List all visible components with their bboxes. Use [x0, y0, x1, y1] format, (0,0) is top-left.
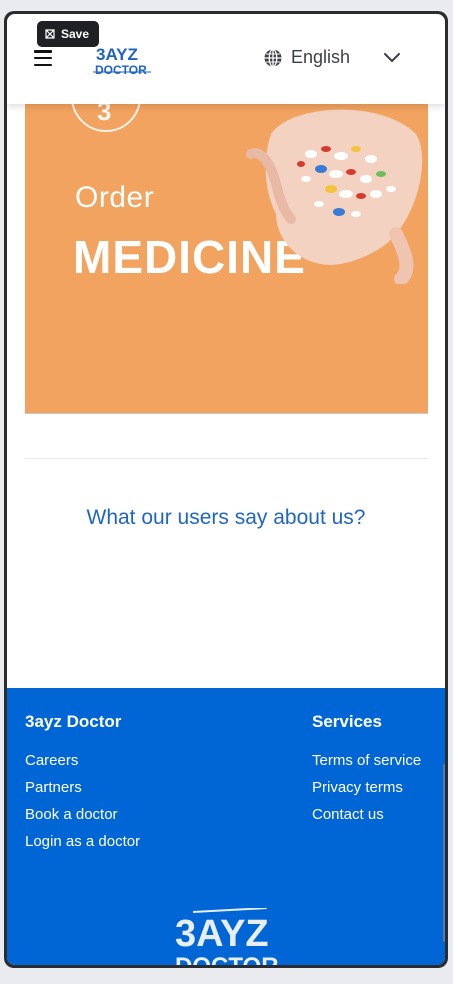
footer-link-book-doctor[interactable]: Book a doctor [25, 806, 140, 833]
footer-logo: 3AYZ DOCTOR [175, 908, 279, 965]
footer-link-privacy[interactable]: Privacy terms [312, 779, 421, 806]
footer-col1-title: 3ayz Doctor [25, 712, 122, 731]
hamburger-menu-icon[interactable] [34, 50, 52, 66]
footer-link-partners[interactable]: Partners [25, 779, 140, 806]
footer-link-login-doctor[interactable]: Login as a doctor [25, 833, 140, 860]
footer: 3ayz Doctor Careers Partners Book a doct… [7, 688, 445, 965]
footer-col2-title: Services [312, 712, 382, 731]
footer-col2-links: Terms of service Privacy terms Contact u… [312, 752, 421, 833]
logo-line1: 3AYZ [96, 45, 138, 64]
logo-line2: DOCTOR [95, 63, 147, 77]
scrollbar[interactable] [443, 764, 445, 942]
language-label: English [291, 47, 351, 67]
language-selector[interactable]: English [263, 47, 350, 68]
save-label: Save [61, 27, 90, 41]
footer-col1-links: Careers Partners Book a doctor Login as … [25, 752, 140, 860]
hands-with-pills-image [246, 109, 423, 284]
top-header: Save 3AYZ DOCTOR English [7, 14, 445, 104]
logo[interactable]: 3AYZ DOCTOR [93, 44, 153, 78]
chevron-down-icon[interactable] [383, 52, 401, 64]
app-screen: Save 3AYZ DOCTOR English 3 Order MEDICIN… [7, 14, 445, 965]
device-frame: Save 3AYZ DOCTOR English 3 Order MEDICIN… [4, 11, 448, 968]
section-divider [25, 458, 428, 459]
banner-line1: Order [75, 181, 155, 214]
footer-logo-line2: DOCTOR [175, 953, 279, 965]
footer-link-careers[interactable]: Careers [25, 752, 140, 779]
footer-logo-line1: 3AYZ [175, 913, 269, 955]
save-icon [45, 29, 55, 39]
save-button[interactable]: Save [37, 21, 100, 47]
testimonials-title: What our users say about us? [86, 506, 366, 529]
order-medicine-banner[interactable]: 3 Order MEDICINE [25, 104, 428, 414]
step-number: 3 [97, 104, 112, 126]
globe-icon [264, 48, 282, 67]
footer-link-contact[interactable]: Contact us [312, 806, 421, 833]
footer-link-terms[interactable]: Terms of service [312, 752, 421, 779]
